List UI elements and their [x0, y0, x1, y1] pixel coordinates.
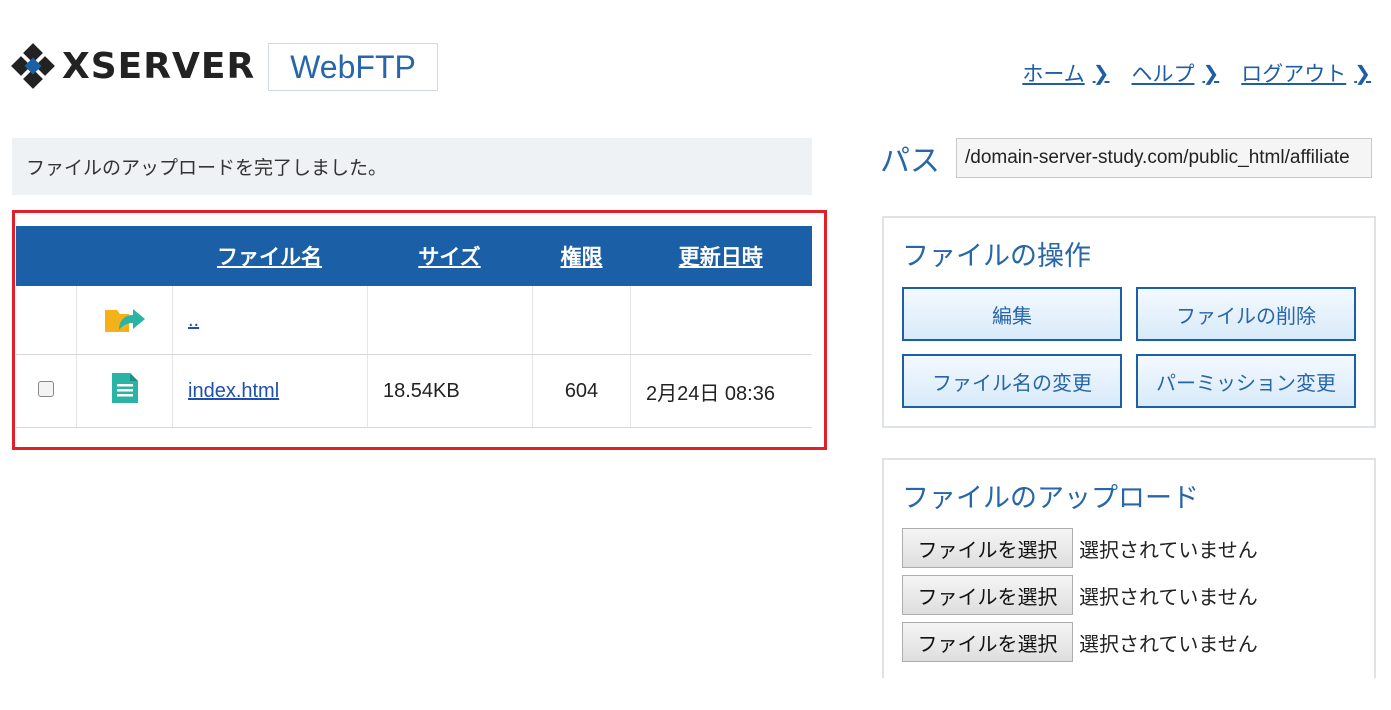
header-permission: 権限	[532, 226, 631, 286]
file-table: ファイル名 サイズ 権限 更新日時 .. index.html 18.54KB …	[16, 226, 812, 428]
header-checkbox-cell	[16, 226, 77, 286]
sort-permission-link[interactable]: 権限	[561, 246, 603, 269]
header-filename: ファイル名	[172, 226, 368, 286]
table-header-row: ファイル名 サイズ 権限 更新日時	[16, 226, 812, 286]
header-size: サイズ	[367, 226, 533, 286]
header-modified: 更新日時	[630, 226, 812, 286]
row-modified-cell: 2月24日 08:36	[630, 354, 812, 428]
parent-dir-link[interactable]: ..	[188, 309, 199, 331]
choose-file-button[interactable]: ファイルを選択	[902, 528, 1073, 568]
row-modified-cell	[630, 286, 812, 355]
row-size-cell: 18.54KB	[367, 354, 533, 428]
html-file-icon	[111, 373, 138, 403]
chevron-right-icon: ❯	[1202, 61, 1220, 85]
brand-name: XSERVER	[62, 45, 256, 87]
choose-file-button[interactable]: ファイルを選択	[902, 575, 1073, 615]
change-permission-button[interactable]: パーミッション変更	[1136, 354, 1356, 408]
table-row: ..	[16, 286, 812, 355]
file-upload-title: ファイルのアップロード	[902, 483, 1199, 514]
nav-help-link[interactable]: ヘルプ ❯	[1131, 58, 1219, 88]
row-size-cell	[367, 286, 533, 355]
product-badge: WebFTP	[268, 43, 438, 91]
row-name-cell: index.html	[172, 354, 368, 428]
row-permission-cell: 604	[532, 354, 631, 428]
top-navigation: ホーム ❯ ヘルプ ❯ ログアウト ❯	[1022, 58, 1371, 88]
sort-filename-link[interactable]: ファイル名	[217, 246, 322, 269]
file-picker: ファイルを選択 選択されていません	[902, 575, 1258, 615]
file-select-checkbox[interactable]	[38, 380, 54, 397]
row-icon-cell	[76, 286, 173, 355]
nav-home-label: ホーム	[1022, 62, 1085, 86]
file-upload-panel: ファイルのアップロード ファイルを選択 選択されていません ファイルを選択 選択…	[882, 458, 1376, 678]
file-picker-status: 選択されていません	[1079, 631, 1258, 656]
header-icon-cell	[76, 226, 173, 286]
file-picker: ファイルを選択 選択されていません	[902, 528, 1258, 568]
file-picker: ファイルを選択 選択されていません	[902, 622, 1258, 662]
chevron-right-icon: ❯	[1092, 61, 1110, 85]
path-label: パス	[880, 144, 940, 179]
nav-home-link[interactable]: ホーム ❯	[1022, 58, 1109, 88]
edit-button[interactable]: 編集	[902, 287, 1122, 341]
nav-help-label: ヘルプ	[1131, 62, 1195, 86]
upload-complete-notice: ファイルのアップロードを完了しました。	[12, 138, 812, 195]
nav-logout-link[interactable]: ログアウト ❯	[1241, 58, 1371, 88]
row-name-cell: ..	[172, 286, 368, 355]
parent-folder-icon[interactable]	[103, 300, 147, 334]
file-operations-panel: ファイルの操作 編集 ファイルの削除 ファイル名の変更 パーミッション変更	[882, 216, 1376, 428]
file-picker-status: 選択されていません	[1079, 584, 1258, 609]
nav-logout-label: ログアウト	[1241, 62, 1347, 86]
chevron-right-icon: ❯	[1354, 61, 1371, 85]
delete-file-button[interactable]: ファイルの削除	[1136, 287, 1356, 341]
sort-size-link[interactable]: サイズ	[418, 246, 480, 269]
row-icon-cell	[76, 354, 173, 428]
choose-file-button[interactable]: ファイルを選択	[902, 622, 1073, 662]
table-row: index.html 18.54KB 604 2月24日 08:36	[16, 354, 812, 428]
xserver-logo: XSERVER	[11, 43, 256, 89]
file-name-link[interactable]: index.html	[188, 380, 279, 402]
xserver-logo-icon	[11, 43, 55, 89]
rename-file-button[interactable]: ファイル名の変更	[902, 354, 1122, 408]
file-picker-status: 選択されていません	[1079, 537, 1258, 562]
row-checkbox-cell	[16, 286, 77, 355]
sort-modified-link[interactable]: 更新日時	[679, 246, 763, 269]
file-operations-title: ファイルの操作	[902, 241, 1091, 272]
row-checkbox-cell	[16, 354, 77, 428]
path-field[interactable]: /domain-server-study.com/public_html/aff…	[956, 138, 1372, 178]
row-permission-cell	[532, 286, 631, 355]
